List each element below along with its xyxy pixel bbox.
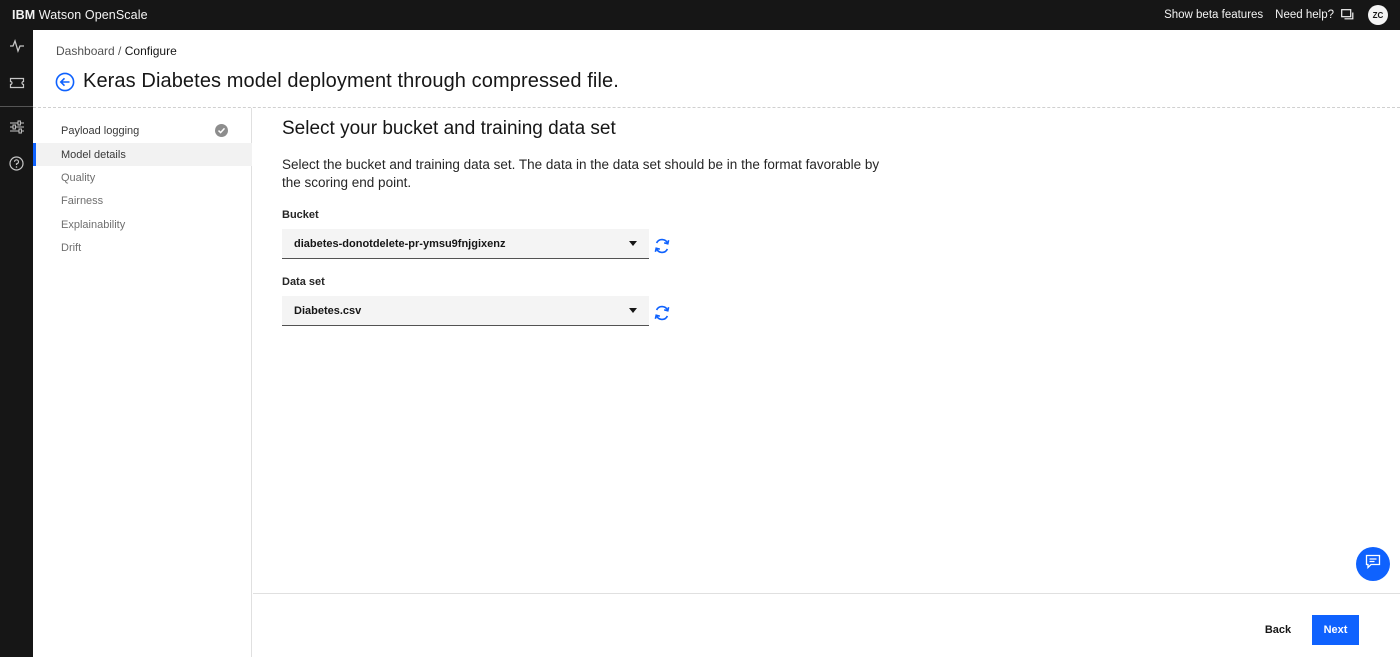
section-description: Select the bucket and training data set.… [282,157,880,190]
app-brand[interactable]: IBM Watson OpenScale [0,8,148,22]
bucket-select[interactable]: diabetes-donotdelete-pr-ymsu9fnjgixenz [282,229,649,259]
page-header: Dashboard / Configure Keras Diabetes mod… [33,30,1400,108]
step-quality[interactable]: Quality [33,166,252,189]
bucket-selected-value: diabetes-donotdelete-pr-ymsu9fnjgixenz [294,237,506,250]
step-model-details[interactable]: Model details [33,143,252,166]
step-payload-logging[interactable]: Payload logging [33,119,252,142]
brand-prefix: IBM [12,8,36,22]
step-label: Model details [61,148,126,161]
step-label: Quality [61,171,96,184]
dataset-label: Data set [282,276,325,288]
chat-icon [1365,554,1381,574]
need-help-link[interactable]: Need help? [1275,9,1334,21]
step-label: Drift [61,241,82,254]
page-title: Keras Diabetes model deployment through … [83,70,619,92]
step-explainability[interactable]: Explainability [33,213,252,236]
wizard-footer: Back Next [253,593,1400,657]
rail-item-configure[interactable] [0,111,33,147]
chat-support-button[interactable] [1356,547,1390,581]
breadcrumb-separator: / [114,44,125,58]
top-header: IBM Watson OpenScale Show beta features … [0,0,1400,30]
ticket-icon [9,76,25,95]
left-icon-rail [0,30,33,657]
back-button[interactable]: Back [1251,615,1305,645]
step-label: Fairness [61,194,104,207]
main-content: Select your bucket and training data set… [253,108,1400,593]
dataset-refresh-icon[interactable] [653,304,671,322]
brand-name: Watson OpenScale [38,8,148,22]
section-title: Select your bucket and training data set [282,118,616,139]
configuration-steps-nav: Payload logging Model details Quality Fa… [33,108,252,657]
dataset-select[interactable]: Diabetes.csv [282,296,649,326]
bucket-label: Bucket [282,209,319,221]
step-label: Explainability [61,218,126,231]
bucket-refresh-icon[interactable] [653,237,671,255]
help-icon [9,156,24,176]
dataset-selected-value: Diabetes.csv [294,304,362,317]
rail-divider [0,106,33,107]
rail-item-deployments[interactable] [0,67,33,103]
breadcrumb-current: Configure [124,44,177,58]
chevron-down-icon [629,308,637,313]
step-drift[interactable]: Drift [33,236,252,259]
settings-sliders-icon [9,120,25,139]
activity-icon [9,38,25,58]
rail-item-help[interactable] [0,148,33,184]
step-fairness[interactable]: Fairness [33,189,252,212]
next-button[interactable]: Next [1312,615,1359,645]
show-beta-features-link[interactable]: Show beta features [1164,9,1263,21]
checkmark-icon [215,124,228,137]
user-avatar[interactable]: ZC [1368,5,1388,25]
breadcrumb-dashboard-link[interactable]: Dashboard [56,44,115,58]
back-arrow-icon[interactable] [55,72,75,92]
chat-bubble-icon[interactable] [1340,8,1354,22]
header-actions: Show beta features Need help? ZC [1152,5,1400,25]
rail-item-insights[interactable] [0,30,33,66]
breadcrumb: Dashboard / Configure [56,44,177,58]
chevron-down-icon [629,241,637,246]
step-label: Payload logging [61,124,140,137]
